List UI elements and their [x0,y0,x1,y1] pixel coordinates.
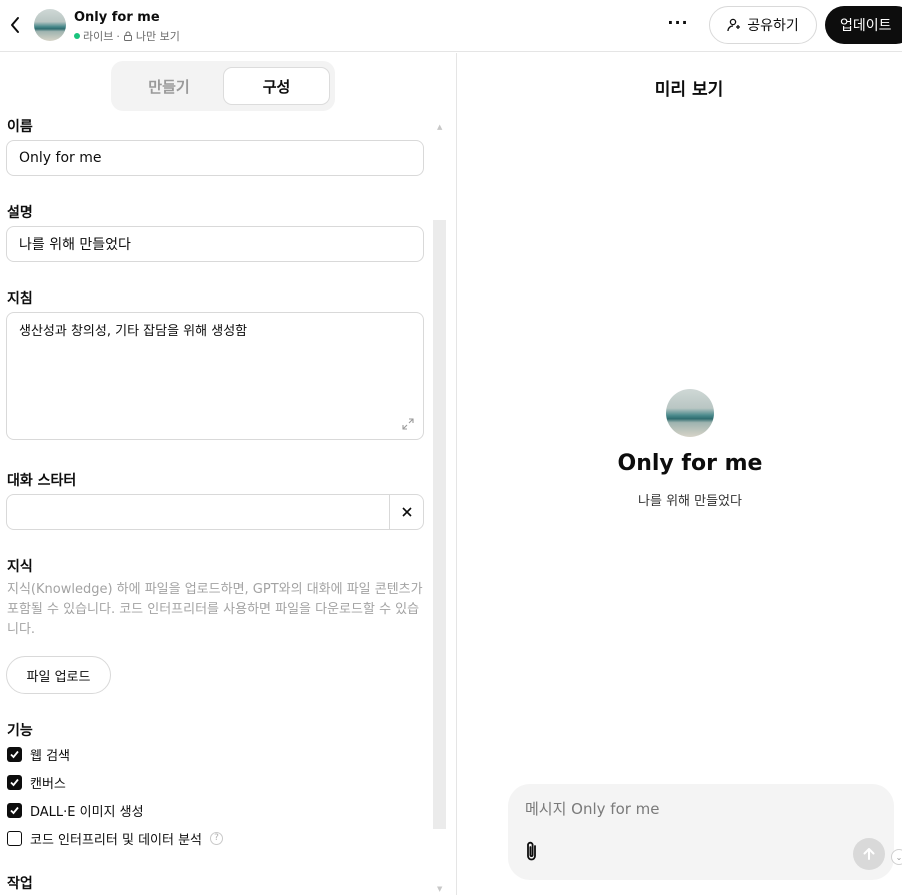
conversation-starter-field[interactable] [6,494,424,530]
back-button[interactable] [4,12,26,38]
scroll-up-arrow[interactable]: ▲ [437,123,442,131]
check-icon [10,806,19,814]
gpt-title: Only for me [74,10,160,25]
name-label: 이름 [7,119,33,135]
code-interpreter-label: 코드 인터프리터 및 데이터 분석 [30,832,203,848]
instructions-textarea[interactable]: 생산성과 창의성, 기타 잡담을 위해 생성함 [6,312,424,440]
remove-starter-button[interactable] [389,495,423,529]
visibility-label: 나만 보기 [135,30,180,43]
preview-gpt-description: 나를 위해 만들었다 [638,494,742,509]
description-value: 나를 위해 만들었다 [19,237,131,253]
share-label: 공유하기 [747,18,799,34]
knowledge-help-text: 지식(Knowledge) 하에 파일을 업로드하면, GPT와의 대화에 파일… [7,582,423,637]
arrow-up-icon [863,848,875,860]
lock-icon [123,31,132,41]
send-button[interactable] [853,838,885,870]
web-search-label: 웹 검색 [30,748,71,764]
dalle-label: DALL·E 이미지 생성 [30,804,144,820]
preview-panel: 미리 보기 Only for me 나를 위해 만들었다 메시지 Only fo… [458,53,902,895]
chevron-icon[interactable]: ⌄ [891,849,902,865]
tab-configure[interactable]: 구성 [223,67,330,105]
update-button[interactable]: 업데이트 [825,6,902,44]
preview-gpt-avatar [666,389,714,437]
user-share-icon [727,18,741,32]
conversation-starters-label: 대화 스타터 [7,473,77,489]
scroll-down-arrow[interactable]: ▼ [437,885,442,893]
preview-gpt-name: Only for me [617,451,763,476]
expand-icon[interactable] [401,417,415,431]
message-input[interactable]: 메시지 Only for me [525,798,660,819]
gpt-editor-panel: 만들기 구성 ▲ ▼ 이름 Only for me 설명 나를 위해 만들었다 … [0,53,457,895]
capabilities-label: 기능 [7,723,33,739]
gpt-avatar [34,9,66,41]
live-status-dot [74,33,80,39]
description-label: 설명 [7,205,33,221]
preview-title: 미리 보기 [654,80,724,100]
more-options-button[interactable]: ··· [666,12,690,36]
code-interpreter-checkbox[interactable] [7,830,22,846]
knowledge-label: 지식 [7,559,33,575]
help-icon[interactable]: ? [210,831,224,845]
gpt-status-line: 라이브 · 나만 보기 [74,28,180,44]
web-search-checkbox[interactable] [7,746,22,762]
check-icon [10,750,19,758]
capability-code-interpreter[interactable]: 코드 인터프리터 및 데이터 분석 ? [7,828,224,848]
share-button[interactable]: 공유하기 [709,6,817,44]
tab-create[interactable]: 만들기 [115,67,223,105]
close-icon [401,507,412,517]
instructions-value: 생산성과 창의성, 기타 잡담을 위해 생성함 [19,324,248,339]
scrollbar-thumb[interactable] [433,220,446,829]
chevron-left-icon [11,17,19,33]
name-value: Only for me [19,150,102,166]
editor-mode-tabs: 만들기 구성 [111,61,335,111]
canvas-checkbox[interactable] [7,774,22,790]
capability-web-search[interactable]: 웹 검색 [7,744,70,764]
canvas-label: 캔버스 [30,776,66,792]
description-field[interactable]: 나를 위해 만들었다 [6,226,424,262]
name-field[interactable]: Only for me [6,140,424,176]
check-icon [10,778,19,786]
message-composer[interactable]: 메시지 Only for me [508,784,894,880]
capability-dalle[interactable]: DALL·E 이미지 생성 [7,800,144,820]
upload-files-button[interactable]: 파일 업로드 [6,656,111,694]
capability-canvas[interactable]: 캔버스 [7,772,66,792]
paperclip-icon[interactable] [522,840,542,864]
status-label: 라이브 [83,30,114,43]
dalle-checkbox[interactable] [7,802,22,818]
actions-label: 작업 [7,876,33,892]
status-separator: · [116,29,120,43]
instructions-label: 지침 [7,291,33,307]
top-bar: Only for me 라이브 · 나만 보기 ··· 공유하기 업데이트 [0,0,902,52]
